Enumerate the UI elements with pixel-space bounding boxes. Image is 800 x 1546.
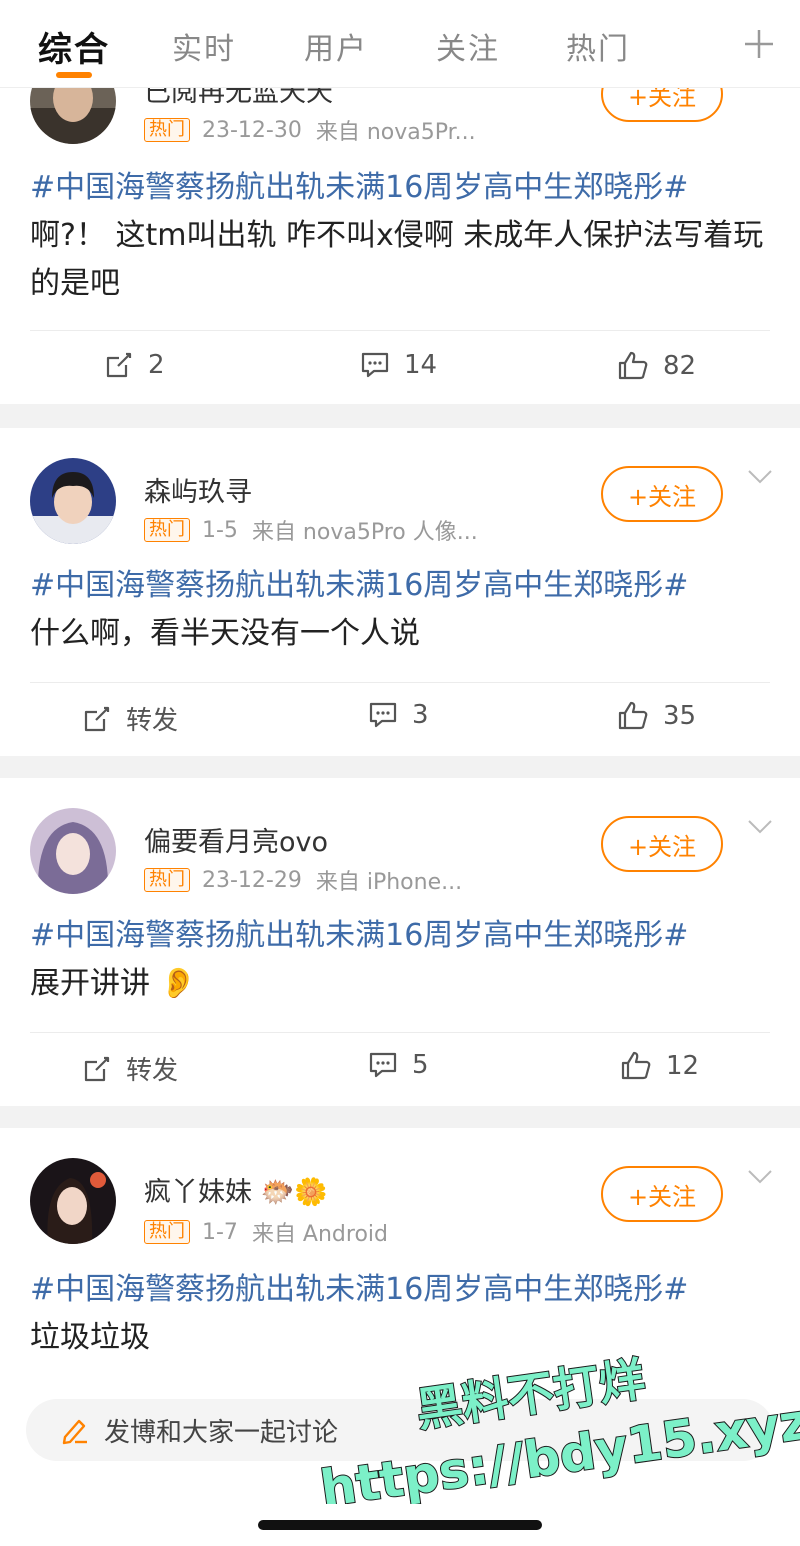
post-card: 森屿玖寻 +关注 热门 1-5 来自 nova5Pro 人像... #中国海警蔡… [0, 428, 800, 756]
thumbs-up-icon [621, 1051, 651, 1080]
avatar[interactable] [30, 1158, 116, 1244]
repost-icon [84, 706, 110, 731]
tab-hot[interactable]: 热门 [566, 24, 630, 68]
post-meta: 热门 1-7 来自 Android [144, 1216, 388, 1248]
post-content: 垃圾垃圾 [30, 1320, 150, 1355]
repost-button[interactable]: 2 [104, 350, 165, 380]
chevron-down-icon[interactable] [746, 818, 774, 836]
chevron-down-icon[interactable] [746, 468, 774, 486]
thumbs-up-icon [618, 351, 648, 380]
card-separator [0, 404, 800, 428]
post-body: #中国海警蔡扬航出轨未满16周岁高中生郑晓彤# 展开讲讲 👂 [30, 912, 770, 1008]
tab-users[interactable]: 用户 [304, 24, 368, 68]
avatar[interactable] [30, 458, 116, 544]
like-count: 82 [663, 351, 697, 381]
tab-following[interactable]: 关注 [436, 24, 500, 68]
hot-badge: 热门 [144, 518, 190, 542]
post-body: #中国海警蔡扬航出轨未满16周岁高中生郑晓彤# 什么啊，看半天没有一个人说 [30, 562, 770, 658]
hot-badge: 热门 [144, 118, 190, 142]
post-date: 23-12-30 [202, 117, 302, 143]
hashtag-link[interactable]: #中国海警蔡扬航出轨未满16周岁高中生郑晓彤# [30, 912, 770, 960]
post-source: 来自 iPhone... [315, 870, 463, 895]
tab-comprehensive[interactable]: 综合 [38, 22, 110, 71]
avatar[interactable] [30, 808, 116, 894]
comment-icon [369, 1052, 397, 1078]
follow-button[interactable]: +关注 [601, 816, 723, 872]
post-username[interactable]: 偏要看月亮ovo [144, 820, 328, 859]
tab-realtime[interactable]: 实时 [172, 24, 236, 68]
hashtag-link[interactable]: #中国海警蔡扬航出轨未满16周岁高中生郑晓彤# [30, 1266, 770, 1314]
repost-button[interactable]: 转发 [82, 1050, 178, 1087]
post-source: 来自 nova5Pr... [315, 120, 476, 145]
hashtag-link[interactable]: #中国海警蔡扬航出轨未满16周岁高中生郑晓彤# [30, 562, 770, 610]
home-indicator [258, 1520, 542, 1530]
divider [30, 1032, 770, 1033]
post-meta: 热门 23-12-30 来自 nova5Pr... [144, 114, 476, 146]
like-count: 35 [663, 701, 697, 731]
post-username[interactable]: 疯丫妹妹 🐡🌼 [144, 1170, 328, 1209]
add-tab-plus-icon[interactable] [738, 18, 780, 66]
like-button[interactable]: 35 [617, 700, 696, 732]
watermark: 黑料不打烊 https://bdy15.xyz [316, 1351, 800, 1504]
like-button[interactable]: 82 [617, 350, 696, 382]
divider [30, 682, 770, 683]
post-username[interactable]: 森屿玖寻 [144, 470, 252, 509]
post-source: 来自 Android [251, 1222, 388, 1247]
hot-badge: 热门 [144, 1220, 190, 1244]
thumbs-up-icon [618, 701, 648, 730]
repost-button[interactable]: 转发 [82, 700, 178, 737]
divider [30, 330, 770, 331]
card-separator [0, 1106, 800, 1128]
post-date: 1-5 [202, 517, 238, 543]
pencil-icon [62, 1419, 87, 1445]
post-content: 啊?！ 这tm叫出轨 咋不叫x侵啊 未成年人保护法写着玩的是吧 [30, 218, 764, 301]
repost-label: 转发 [126, 706, 179, 736]
like-count: 12 [666, 1051, 700, 1081]
comment-icon [369, 702, 397, 728]
repost-label: 转发 [126, 1056, 179, 1086]
chevron-down-icon[interactable] [746, 1168, 774, 1186]
comment-icon [361, 352, 389, 378]
comment-button[interactable]: 14 [360, 350, 437, 380]
hashtag-link[interactable]: #中国海警蔡扬航出轨未满16周岁高中生郑晓彤# [30, 164, 770, 212]
hot-badge: 热门 [144, 868, 190, 892]
follow-button[interactable]: +关注 [601, 1166, 723, 1222]
comment-count: 3 [412, 700, 429, 730]
follow-button[interactable]: +关注 [601, 466, 723, 522]
repost-icon [106, 352, 132, 378]
post-card: 偏要看月亮ovo +关注 热门 23-12-29 来自 iPhone... #中… [0, 778, 800, 1106]
like-button[interactable]: 12 [620, 1050, 699, 1082]
comment-button[interactable]: 5 [368, 1050, 429, 1080]
post-source: 来自 nova5Pro 人像... [251, 520, 478, 545]
card-separator [0, 756, 800, 778]
comment-count: 5 [412, 1050, 429, 1080]
active-tab-indicator [56, 72, 92, 78]
post-meta: 热门 1-5 来自 nova5Pro 人像... [144, 514, 478, 546]
post-date: 1-7 [202, 1219, 238, 1245]
comment-button[interactable]: 3 [368, 700, 429, 730]
search-tab-bar: 综合 实时 用户 关注 热门 [0, 0, 800, 88]
repost-count: 2 [148, 350, 165, 380]
post-date: 23-12-29 [202, 867, 302, 893]
repost-icon [84, 1056, 110, 1081]
comment-count: 14 [404, 350, 438, 380]
post-content: 什么啊，看半天没有一个人说 [30, 616, 420, 651]
post-card: 已阅再无蓝天天 +关注 热门 23-12-30 来自 nova5Pr... #中… [0, 58, 800, 404]
post-meta: 热门 23-12-29 来自 iPhone... [144, 864, 462, 896]
post-body: #中国海警蔡扬航出轨未满16周岁高中生郑晓彤# 啊?！ 这tm叫出轨 咋不叫x侵… [30, 164, 770, 308]
post-content: 展开讲讲 👂 [30, 966, 197, 1001]
